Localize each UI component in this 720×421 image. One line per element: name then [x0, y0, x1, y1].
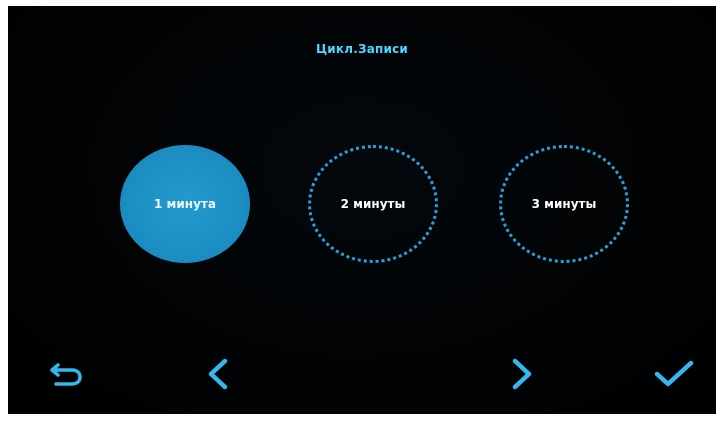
option-label: 1 минута [154, 197, 216, 211]
chevron-left-icon [203, 357, 233, 391]
checkmark-icon [652, 358, 696, 390]
option-1-minute[interactable]: 1 минута [120, 145, 250, 263]
next-button[interactable] [498, 354, 546, 394]
option-label: 2 минуты [340, 197, 406, 211]
previous-button[interactable] [194, 354, 242, 394]
loop-recording-screen: Цикл.Записи 1 минута 2 минуты 3 минуты [8, 6, 716, 414]
screen-title: Цикл.Записи [315, 42, 409, 56]
return-arrow-icon [46, 359, 86, 389]
confirm-button[interactable] [650, 354, 698, 394]
back-button[interactable] [42, 354, 90, 394]
chevron-right-icon [507, 357, 537, 391]
option-2-minutes[interactable]: 2 минуты [308, 145, 438, 263]
option-3-minutes[interactable]: 3 минуты [499, 145, 629, 263]
option-label: 3 минуты [531, 197, 597, 211]
device-display-frame: Цикл.Записи 1 минута 2 минуты 3 минуты [8, 6, 716, 414]
